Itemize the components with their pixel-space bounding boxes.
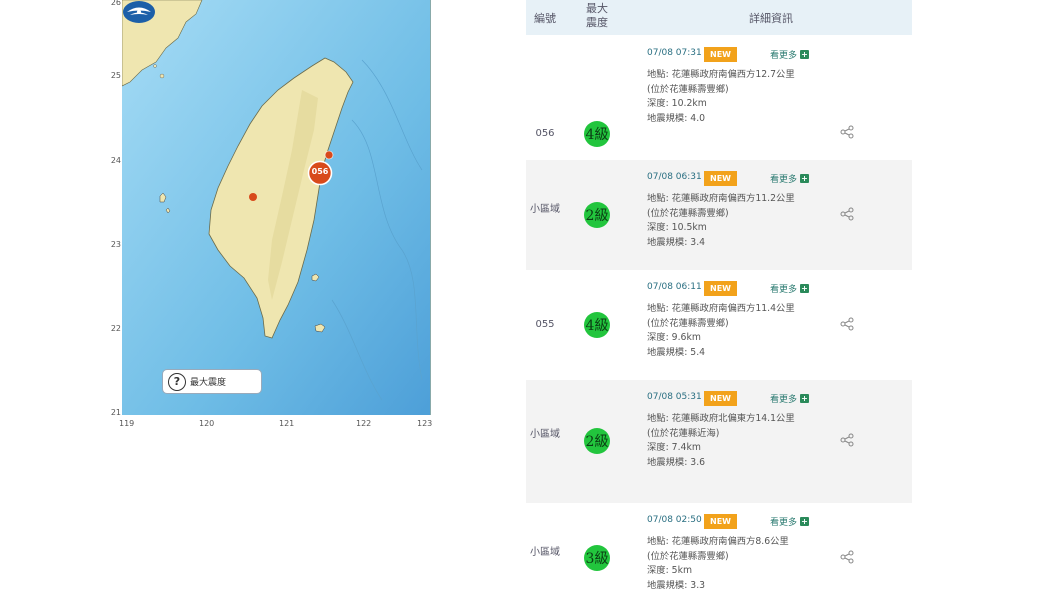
epicenter-marker-label[interactable]: 056	[308, 167, 332, 176]
see-more-link[interactable]: 看更多 +	[770, 515, 810, 528]
new-badge: NEW	[704, 391, 737, 406]
intensity-badge: 2級	[584, 202, 610, 228]
map-y-tick: 24	[110, 156, 121, 165]
row-id: 小區域	[530, 429, 560, 440]
row-id: 小區域	[530, 547, 560, 558]
event-details: 地點: 花蓮縣政府南偏西方8.6公里 (位於花蓮縣壽豐鄉) 深度: 5km 地震…	[647, 535, 827, 593]
row-id: 小區域	[530, 204, 560, 215]
event-depth: 深度: 9.6km	[647, 332, 701, 343]
table-row[interactable]: 055 4級 07/08 06:11 NEW 看更多 + 地點: 花蓮縣政府南偏西…	[526, 270, 912, 380]
see-more-label: 看更多	[770, 175, 798, 185]
see-more-label: 看更多	[770, 518, 798, 528]
new-badge: NEW	[704, 281, 737, 296]
map-y-tick: 23	[110, 240, 121, 249]
see-more-link[interactable]: 看更多 +	[770, 392, 810, 405]
share-icon[interactable]	[840, 207, 854, 221]
map-x-tick: 119	[119, 419, 135, 428]
header-intensity: 最大震度	[586, 2, 608, 29]
event-location: 地點: 花蓮縣政府南偏西方12.7公里	[647, 69, 795, 80]
event-time: 07/08 06:31	[647, 172, 702, 182]
event-location: 地點: 花蓮縣政府南偏西方11.4公里	[647, 303, 795, 314]
intensity-badge: 4級	[584, 121, 610, 147]
intensity-badge: 3級	[584, 545, 610, 571]
table-row[interactable]: 小區域 2級 07/08 06:31 NEW 看更多 + 地點: 花蓮縣政府南偏西…	[526, 160, 912, 270]
event-time: 07/08 05:31	[647, 392, 702, 402]
intensity-badge: 4級	[584, 312, 610, 338]
plus-icon: +	[800, 394, 810, 403]
see-more-link[interactable]: 看更多 +	[770, 172, 810, 185]
event-magnitude: 地震規模: 3.3	[647, 579, 706, 591]
event-depth: 深度: 5km	[647, 565, 693, 576]
new-badge: NEW	[704, 514, 737, 529]
map-y-tick: 22	[110, 324, 121, 333]
event-location: 地點: 花蓮縣政府南偏西方11.2公里	[647, 193, 795, 204]
see-more-label: 看更多	[770, 285, 798, 295]
table-row[interactable]: 小區域 3級 07/08 02:50 NEW 看更多 + 地點: 花蓮縣政府南偏西…	[526, 503, 912, 596]
share-icon[interactable]	[840, 433, 854, 447]
row-id: 056	[535, 128, 555, 139]
taiwan-map[interactable]: 056 ? 最大震度	[122, 0, 431, 415]
plus-icon: +	[800, 174, 810, 183]
event-depth: 深度: 7.4km	[647, 442, 701, 453]
event-details: 地點: 花蓮縣政府南偏西方11.4公里 (位於花蓮縣壽豐鄉) 深度: 9.6km…	[647, 302, 827, 360]
event-magnitude: 地震規模: 5.4	[647, 346, 706, 358]
table-row[interactable]: 056 4級 07/08 07:31 NEW 看更多 + 地點: 花蓮縣政府南偏西…	[526, 35, 912, 160]
see-more-link[interactable]: 看更多 +	[770, 282, 810, 295]
map-x-tick: 123	[417, 419, 433, 428]
see-more-label: 看更多	[770, 51, 798, 61]
event-time: 07/08 02:50	[647, 515, 702, 525]
map-x-tick: 120	[199, 419, 215, 428]
event-time: 07/08 07:31	[647, 48, 702, 58]
new-badge: NEW	[704, 47, 737, 62]
event-location: 地點: 花蓮縣政府北偏東方14.1公里	[647, 413, 795, 424]
map-y-tick: 25	[110, 71, 121, 80]
plus-icon: +	[800, 284, 810, 293]
new-badge: NEW	[704, 171, 737, 186]
event-details: 地點: 花蓮縣政府南偏西方11.2公里 (位於花蓮縣壽豐鄉) 深度: 10.5k…	[647, 192, 827, 250]
table-header: 編號 最大震度 詳細資訊	[526, 0, 912, 35]
map-graphic	[122, 0, 430, 415]
event-magnitude: 地震規模: 3.4	[647, 236, 706, 248]
plus-icon: +	[800, 517, 810, 526]
see-more-label: 看更多	[770, 395, 798, 405]
cwb-logo-icon	[123, 1, 155, 23]
earthquake-map-panel: 26 25 24 23 22 21 056 ? 最大震度 119 120 121…	[105, 0, 435, 430]
event-area: (位於花蓮縣壽豐鄉)	[647, 207, 729, 219]
intensity-badge: 2級	[584, 428, 610, 454]
event-area: (位於花蓮縣壽豐鄉)	[647, 317, 729, 329]
event-details: 地點: 花蓮縣政府南偏西方12.7公里 (位於花蓮縣壽豐鄉) 深度: 10.2k…	[647, 68, 827, 126]
see-more-link[interactable]: 看更多 +	[770, 48, 810, 61]
event-details: 地點: 花蓮縣政府北偏東方14.1公里 (位於花蓮縣近海) 深度: 7.4km …	[647, 412, 827, 470]
share-icon[interactable]	[840, 125, 854, 139]
map-y-tick: 26	[110, 0, 121, 7]
share-icon[interactable]	[840, 317, 854, 331]
event-magnitude: 地震規模: 3.6	[647, 456, 706, 468]
event-area: (位於花蓮縣壽豐鄉)	[647, 550, 729, 562]
intensity-legend-button[interactable]: ? 最大震度	[162, 369, 262, 394]
table-row[interactable]: 小區域 2級 07/08 05:31 NEW 看更多 + 地點: 花蓮縣政府北偏東…	[526, 380, 912, 503]
event-location: 地點: 花蓮縣政府南偏西方8.6公里	[647, 536, 789, 547]
event-magnitude: 地震規模: 4.0	[647, 112, 706, 124]
event-depth: 深度: 10.2km	[647, 98, 707, 109]
event-area: (位於花蓮縣近海)	[647, 427, 720, 439]
legend-label: 最大震度	[190, 378, 227, 388]
header-id: 編號	[534, 12, 556, 25]
map-y-tick: 21	[110, 408, 121, 417]
help-icon: ?	[168, 372, 186, 391]
earthquake-list-table: 編號 最大震度 詳細資訊 056 4級 07/08 07:31 NEW 看更多 +…	[526, 0, 912, 596]
event-area: (位於花蓮縣壽豐鄉)	[647, 83, 729, 95]
plus-icon: +	[800, 50, 810, 59]
header-details: 詳細資訊	[749, 12, 793, 25]
map-x-tick: 121	[279, 419, 295, 428]
share-icon[interactable]	[840, 550, 854, 564]
event-time: 07/08 06:11	[647, 282, 702, 292]
event-depth: 深度: 10.5km	[647, 222, 707, 233]
map-x-tick: 122	[356, 419, 372, 428]
row-id: 055	[535, 319, 555, 330]
